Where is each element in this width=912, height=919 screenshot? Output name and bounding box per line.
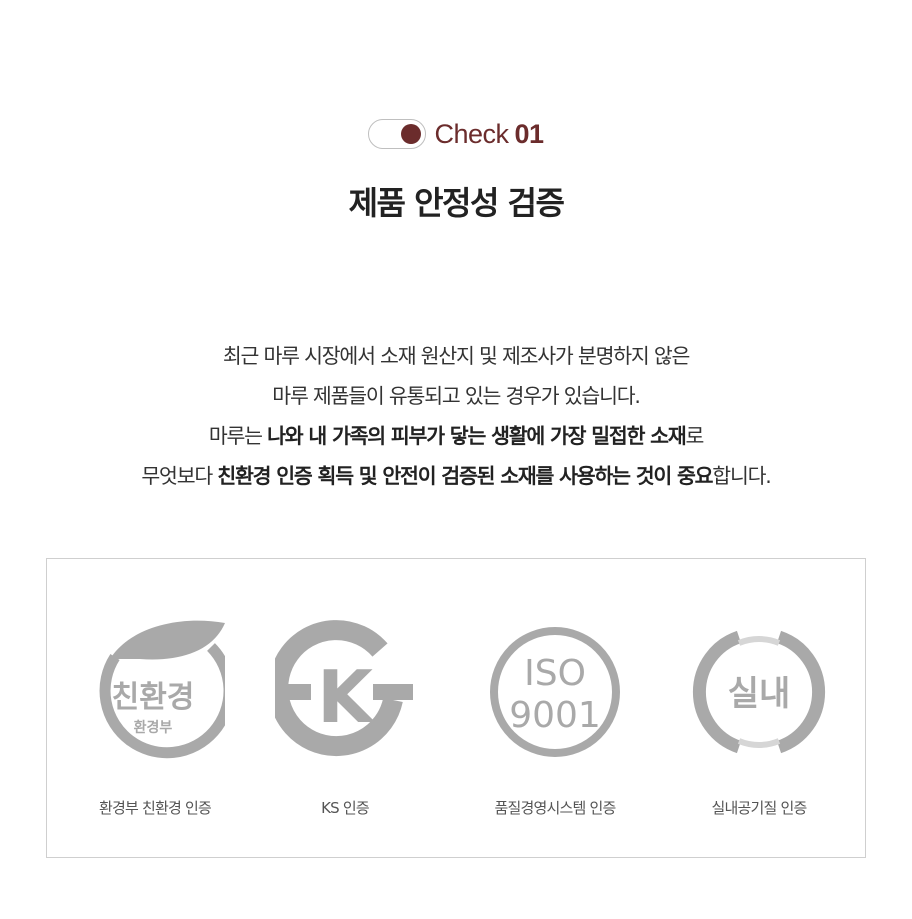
eco-icon-sub-text: 환경부 xyxy=(134,719,173,736)
certification-ks: K KS 인증 xyxy=(255,617,435,818)
description: 최근 마루 시장에서 소재 원산지 및 제조사가 분명하지 않은 마루 제품들이… xyxy=(0,336,912,496)
toggle-knob xyxy=(401,124,422,144)
check-number: 01 xyxy=(514,118,544,149)
indoor-icon-text: 실내 xyxy=(728,674,791,714)
description-line-3-pre: 마루는 xyxy=(208,424,268,448)
description-line-4: 무엇보다 친환경 인증 획득 및 안전이 검증된 소재를 사용하는 것이 중요합… xyxy=(0,456,912,496)
certification-ks-label: KS 인증 xyxy=(321,799,370,817)
description-line-4-pre: 무엇보다 xyxy=(141,464,218,488)
certification-indoor-label: 실내공기질 인증 xyxy=(711,799,808,817)
certification-iso: ISO 9001 품질경영시스템 인증 xyxy=(465,617,645,818)
check-badge: Check 01 xyxy=(0,114,912,154)
ks-icon-text: K xyxy=(317,655,375,739)
certification-eco: 친환경 환경부 환경부 친환경 인증 xyxy=(65,617,245,818)
iso-icon-main-text: ISO xyxy=(524,653,586,694)
description-line-4-bold: 친환경 인증 획득 및 안전이 검증된 소재를 사용하는 것이 중요 xyxy=(217,464,713,488)
check-label: Check 01 xyxy=(434,118,544,150)
description-line-4-post: 합니다. xyxy=(712,464,772,488)
certification-indoor: 실내 실내공기질 인증 xyxy=(669,617,849,818)
certification-eco-label: 환경부 친환경 인증 xyxy=(99,799,212,817)
description-line-3-bold: 나와 내 가족의 피부가 닿는 생활에 가장 밀접한 소재 xyxy=(267,424,687,448)
eco-label-icon: 친환경 환경부 xyxy=(99,620,225,759)
indoor-air-icon: 실내 xyxy=(692,630,826,754)
certification-panel: 친환경 환경부 환경부 친환경 인증 K KS 인증 ISO 9001 품질경영… xyxy=(46,558,866,858)
section-title: 제품 안정성 검증 xyxy=(348,184,565,222)
toggle-switch xyxy=(368,119,427,149)
description-line-3-post: 로 xyxy=(685,424,704,448)
check-prefix: Check xyxy=(434,118,509,149)
description-line-1: 최근 마루 시장에서 소재 원산지 및 제조사가 분명하지 않은 xyxy=(222,344,691,368)
certification-iso-label: 품질경영시스템 인증 xyxy=(494,799,617,817)
description-line-3: 마루는 나와 내 가족의 피부가 닿는 생활에 가장 밀접한 소재로 xyxy=(0,416,912,456)
eco-icon-main-text: 친환경 xyxy=(112,680,195,715)
iso-icon-sub-text: 9001 xyxy=(509,695,601,736)
ks-mark-icon: K xyxy=(275,620,413,756)
description-line-2: 마루 제품들이 유통되고 있는 경우가 있습니다. xyxy=(272,384,641,408)
iso-icon: ISO 9001 xyxy=(490,627,620,757)
